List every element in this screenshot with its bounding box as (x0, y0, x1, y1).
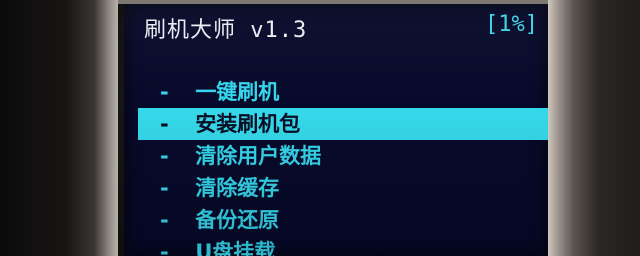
menu-item-wipe-user-data[interactable]: - 清除用户数据 (138, 140, 548, 172)
menu-bullet: - (160, 80, 169, 104)
phone-bezel-right (548, 0, 640, 256)
photo-of-phone: 刷机大师 v1.3 [1%] - 一键刷机 - 安装刷机包 - 清除用户数据 -… (0, 0, 640, 256)
app-title: 刷机大师 v1.3 (144, 18, 308, 43)
menu-item-label: U盘挂载 (195, 240, 276, 256)
menu-item-label: 备份还原 (195, 208, 280, 232)
menu-item-label: 清除用户数据 (195, 144, 322, 168)
recovery-screen: 刷机大师 v1.3 [1%] - 一键刷机 - 安装刷机包 - 清除用户数据 -… (124, 4, 548, 256)
menu-bullet: - (160, 176, 169, 200)
phone-bezel-left (0, 0, 118, 256)
menu-item-install-package[interactable]: - 安装刷机包 (138, 108, 548, 140)
menu-item-label: 清除缓存 (195, 176, 280, 200)
menu-bullet: - (160, 208, 169, 232)
progress-indicator: [1%] (485, 12, 538, 37)
menu-item-label: 一键刷机 (195, 80, 280, 104)
menu-item-usb-mount[interactable]: - U盘挂载 (138, 236, 548, 256)
menu-item-wipe-cache[interactable]: - 清除缓存 (138, 172, 548, 204)
menu-item-label: 安装刷机包 (195, 112, 301, 136)
menu-bullet: - (160, 144, 169, 168)
menu-item-one-click-flash[interactable]: - 一键刷机 (138, 76, 548, 108)
menu-bullet: - (160, 240, 169, 256)
menu-item-backup-restore[interactable]: - 备份还原 (138, 204, 548, 236)
menu-bullet: - (160, 112, 169, 136)
recovery-menu: - 一键刷机 - 安装刷机包 - 清除用户数据 - 清除缓存 - 备份还原 - … (138, 76, 548, 256)
